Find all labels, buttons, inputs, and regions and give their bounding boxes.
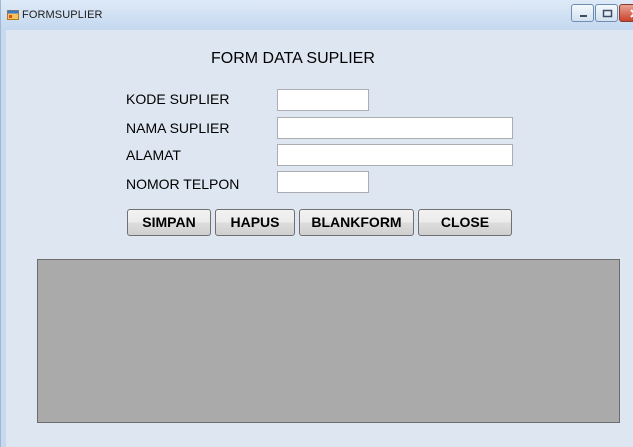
close-button[interactable]: CLOSE (418, 209, 512, 236)
form-heading: FORM DATA SUPLIER (211, 50, 375, 67)
label-alamat: ALAMAT (126, 147, 181, 163)
close-icon (630, 9, 633, 18)
simpan-button[interactable]: SIMPAN (127, 209, 211, 236)
form-window-icon (7, 10, 19, 20)
minimize-icon (580, 15, 587, 17)
hapus-button[interactable]: HAPUS (215, 209, 295, 236)
window-title: FORMSUPLIER (22, 9, 103, 21)
maximize-icon (602, 9, 613, 18)
label-nomor-telpon: NOMOR TELPON (126, 176, 240, 192)
data-grid[interactable] (37, 259, 620, 423)
blankform-button[interactable]: BLANKFORM (299, 209, 414, 236)
nomor-telpon-input[interactable] (277, 171, 369, 193)
alamat-input[interactable] (277, 144, 513, 166)
label-nama-suplier: NAMA SUPLIER (126, 120, 230, 136)
title-bar[interactable]: FORMSUPLIER (1, 0, 633, 30)
kode-suplier-input[interactable] (277, 89, 369, 111)
maximize-button[interactable] (595, 4, 618, 22)
window-close-button[interactable] (619, 4, 633, 22)
nama-suplier-input[interactable] (277, 117, 513, 139)
label-kode-suplier: KODE SUPLIER (126, 91, 230, 107)
formsuplier-window: FORMSUPLIER FORM DATA SUPLIER KODE SUPLI… (0, 0, 633, 447)
minimize-button[interactable] (571, 4, 594, 22)
